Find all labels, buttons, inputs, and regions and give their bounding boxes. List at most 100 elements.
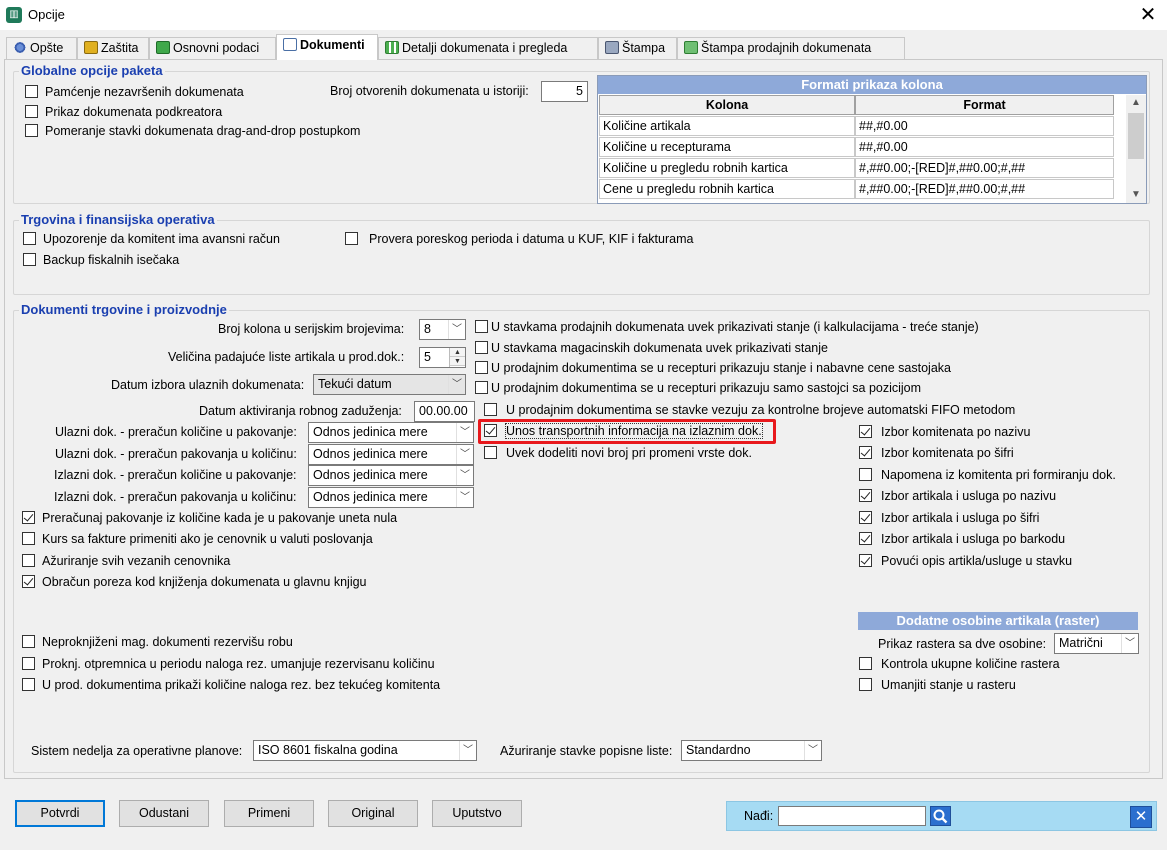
out-qty-to-pack-select[interactable]: Odnos jedinica mere ﹀ xyxy=(308,465,474,486)
close-search-button[interactable]: ✕ xyxy=(1130,806,1152,828)
chevron-down-icon[interactable]: ﹀ xyxy=(448,320,465,339)
cb-fifo[interactable]: U prodajnim dokumentima se stavke vezuju… xyxy=(484,403,1015,417)
app-icon: ▥ xyxy=(6,7,22,23)
lock-icon xyxy=(84,41,98,54)
table-cell-kolona[interactable]: Cene u pregledu robnih kartica xyxy=(599,179,855,199)
raster-display-label: Prikaz rastera sa dve osobine: xyxy=(878,637,1047,651)
dropdown-size-spinner[interactable]: 5 ▲ ▼ xyxy=(419,347,466,368)
chevron-down-icon[interactable]: ﹀ xyxy=(804,741,821,760)
cb-client-note[interactable]: Napomena iz komitenta pri formiranju dok… xyxy=(859,468,1116,482)
search-icon xyxy=(933,809,948,824)
serial-columns-select[interactable]: 8 ﹀ xyxy=(419,319,466,340)
cb-recalc-pack[interactable]: Preračunaj pakovanje iz količine kada je… xyxy=(22,511,397,525)
scroll-down-icon[interactable]: ▼ xyxy=(1126,187,1146,203)
spin-down-icon[interactable]: ▼ xyxy=(450,357,465,366)
cancel-button[interactable]: Odustani xyxy=(119,800,209,827)
search-label: Nađi: xyxy=(744,809,774,823)
tab-zastita[interactable]: Zaštita xyxy=(77,37,149,59)
original-button[interactable]: Original xyxy=(328,800,418,827)
column-header-kolona[interactable]: Kolona xyxy=(599,95,855,115)
cb-tax-period-check[interactable]: Provera poreskog perioda i datuma u KUF,… xyxy=(345,232,693,246)
window-title: Opcije xyxy=(28,7,65,22)
document-icon xyxy=(283,38,297,51)
cb-raster-reduce-stock[interactable]: Umanjiti stanje u rasteru xyxy=(859,678,1016,692)
tab-detalji[interactable]: Detalji dokumenata i pregleda xyxy=(378,37,598,59)
table-cell-format[interactable]: ##,#0.00 xyxy=(855,137,1114,157)
serial-columns-label: Broj kolona u serijskim brojevima: xyxy=(218,322,405,336)
tab-stampa-prodajnih[interactable]: Štampa prodajnih dokumenata xyxy=(677,37,905,59)
table-cell-kolona[interactable]: Količine u recepturama xyxy=(599,137,855,157)
cb-recipe-stock[interactable]: U prodajnim dokumentima se u recepturi p… xyxy=(475,361,951,375)
chevron-down-icon[interactable]: ﹀ xyxy=(456,466,473,485)
table-cell-kolona[interactable]: Količine artikala xyxy=(599,116,855,136)
column-header-format[interactable]: Format xyxy=(855,95,1114,115)
cb-tax-ledger[interactable]: Obračun poreza kod knjiženja dokumenata … xyxy=(22,575,367,589)
global-options-title: Globalne opcije paketa xyxy=(19,63,165,78)
cb-order-qty[interactable]: U prod. dokumentima prikaži količine nal… xyxy=(22,678,440,692)
cb-item-code[interactable]: Izbor artikala i usluga po šifri xyxy=(859,511,1039,525)
cb-update-pricelists[interactable]: Ažuriranje svih vezanih cenovnika xyxy=(22,554,230,568)
spin-up-icon[interactable]: ▲ xyxy=(450,348,465,357)
chevron-down-icon[interactable]: ﹀ xyxy=(456,445,473,464)
chevron-down-icon[interactable]: ﹀ xyxy=(456,423,473,442)
cb-warehouse-stock[interactable]: U stavkama magacinskih dokumenata uvek p… xyxy=(475,341,828,355)
cb-item-description[interactable]: Povući opis artikla/usluge u stavku xyxy=(859,554,1072,568)
apply-button[interactable]: Primeni xyxy=(224,800,314,827)
cb-unposted-reserve[interactable]: Neproknjiženi mag. dokumenti rezervišu r… xyxy=(22,635,293,649)
column-formats-table: Formati prikaza kolona Kolona Format Kol… xyxy=(597,75,1147,204)
cb-client-name[interactable]: Izbor komitenata po nazivu xyxy=(859,425,1030,439)
cb-transport-info[interactable]: Unos transportnih informacija na izlazni… xyxy=(484,423,763,439)
tab-stampa[interactable]: Štampa xyxy=(598,37,677,59)
table-scrollbar[interactable]: ▲ ▼ xyxy=(1126,95,1146,203)
chevron-down-icon[interactable]: ﹀ xyxy=(1121,634,1138,653)
cb-subcreator-documents[interactable]: Prikaz dokumenata podkreatora xyxy=(25,105,222,119)
raster-display-select[interactable]: Matrični ﹀ xyxy=(1054,633,1139,654)
cb-raster-total-control[interactable]: Kontrola ukupne količine rastera xyxy=(859,657,1060,671)
date-choice-select[interactable]: Tekući datum ﹀ xyxy=(313,374,466,395)
tab-dokumenti[interactable]: Dokumenti xyxy=(276,34,378,60)
scroll-up-icon[interactable]: ▲ xyxy=(1126,95,1146,111)
grid-icon xyxy=(385,41,399,54)
out-pack-to-qty-label: Izlazni dok. - preračun pakovanja u koli… xyxy=(54,490,297,504)
cb-dispatch-reduce[interactable]: Proknj. otpremnica u periodu naloga rez.… xyxy=(22,657,435,671)
cb-client-code[interactable]: Izbor komitenata po šifri xyxy=(859,446,1014,460)
date-choice-label: Datum izbora ulaznih dokumenata: xyxy=(111,378,305,392)
scroll-thumb[interactable] xyxy=(1128,113,1144,159)
in-qty-to-pack-select[interactable]: Odnos jedinica mere ﹀ xyxy=(308,422,474,443)
search-input[interactable] xyxy=(778,806,926,826)
history-count-label: Broj otvorenih dokumenata u istoriji: xyxy=(330,84,529,98)
search-button[interactable] xyxy=(930,806,951,826)
help-button[interactable]: Uputstvo xyxy=(432,800,522,827)
in-pack-to-qty-select[interactable]: Odnos jedinica mere ﹀ xyxy=(308,444,474,465)
in-pack-to-qty-label: Ulazni dok. - preračun pakovanja u količ… xyxy=(55,447,297,461)
table-cell-format[interactable]: #,##0.00;-[RED]#,##0.00;#,## xyxy=(855,158,1114,178)
cb-advance-warning[interactable]: Upozorenje da komitent ima avansni račun xyxy=(23,232,280,246)
activation-date-input[interactable]: 00.00.00 xyxy=(414,401,475,422)
chevron-down-icon[interactable]: ﹀ xyxy=(456,488,473,507)
table-cell-format[interactable]: ##,#0.00 xyxy=(855,116,1114,136)
cb-unsaved-documents[interactable]: Pamćenje nezavršenih dokumenata xyxy=(25,85,244,99)
week-system-select[interactable]: ISO 8601 fiskalna godina ﹀ xyxy=(253,740,477,761)
out-pack-to-qty-select[interactable]: Odnos jedinica mere ﹀ xyxy=(308,487,474,508)
table-cell-format[interactable]: #,##0.00;-[RED]#,##0.00;#,## xyxy=(855,179,1114,199)
table-cell-kolona[interactable]: Količine u pregledu robnih kartica xyxy=(599,158,855,178)
confirm-button[interactable]: Potvrdi xyxy=(15,800,105,827)
cb-recipe-positions[interactable]: U prodajnim dokumentima se u recepturi p… xyxy=(475,381,921,395)
spinner-arrows[interactable]: ▲ ▼ xyxy=(449,348,465,367)
cb-item-name[interactable]: Izbor artikala i usluga po nazivu xyxy=(859,489,1056,503)
cb-item-barcode[interactable]: Izbor artikala i usluga po barkodu xyxy=(859,532,1065,546)
inventory-update-select[interactable]: Standardno ﹀ xyxy=(681,740,822,761)
chevron-down-icon[interactable]: ﹀ xyxy=(448,375,465,394)
tab-opste[interactable]: Opšte xyxy=(6,37,77,59)
cb-drag-drop[interactable]: Pomeranje stavki dokumenata drag-and-dro… xyxy=(25,124,360,138)
column-formats-title: Formati prikaza kolona xyxy=(598,76,1146,94)
cb-sales-stock[interactable]: U stavkama prodajnih dokumenata uvek pri… xyxy=(475,320,979,334)
close-window-button[interactable]: ✕ xyxy=(1134,2,1162,28)
inventory-update-label: Ažuriranje stavke popisne liste: xyxy=(500,744,673,758)
cb-backup-fiscal[interactable]: Backup fiskalnih isečaka xyxy=(23,253,179,267)
history-count-input[interactable]: 5 xyxy=(541,81,588,102)
cb-new-number[interactable]: Uvek dodeliti novi broj pri promeni vrst… xyxy=(484,446,752,460)
tab-osnovni-podaci[interactable]: Osnovni podaci xyxy=(149,37,276,59)
chevron-down-icon[interactable]: ﹀ xyxy=(459,741,476,760)
cb-exchange-rate[interactable]: Kurs sa fakture primeniti ako je cenovni… xyxy=(22,532,373,546)
